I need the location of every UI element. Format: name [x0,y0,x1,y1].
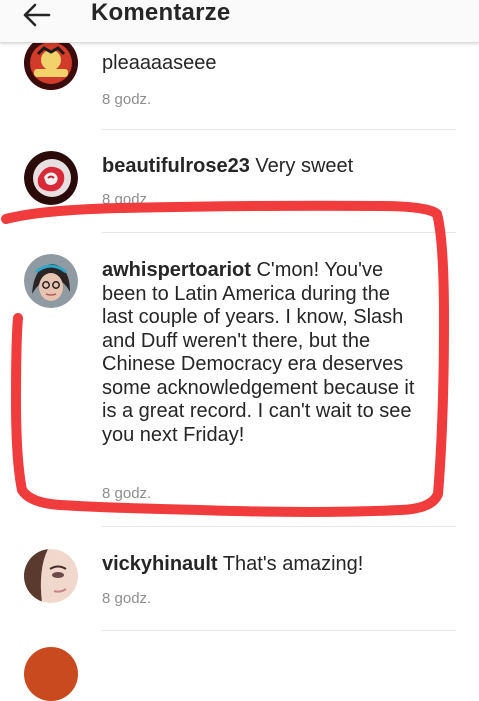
divider [102,232,456,233]
comment-text: beautifulrose23 Very sweet [102,155,422,179]
comment-time: 8 godz. [102,485,152,502]
face-avatar-icon [24,549,78,603]
comment-message: C'mon! You've been to Latin America duri… [102,259,415,446]
avatar[interactable] [24,254,78,308]
top-bar: Komentarze [0,0,479,43]
comments-list: pleaaaaseee 8 godz. beautifulrose23 Very… [0,0,479,701]
page-title: Komentarze [91,0,231,26]
badge-avatar-icon [24,36,78,90]
comment-message: Very sweet [255,155,354,177]
rose-avatar-icon [24,151,78,205]
divider [102,129,456,130]
comment-username[interactable]: beautifulrose23 [102,155,250,177]
comment-text: pleaaaaseee [102,52,422,76]
comment-time: 8 godz. [102,590,152,607]
avatar[interactable] [24,36,78,90]
avatar[interactable] [24,549,78,603]
comment-username[interactable]: vickyhinault [102,553,218,575]
comment-message: pleaaaaseee [102,52,217,74]
divider [102,526,456,527]
comment-text: vickyhinault That's amazing! [102,553,422,577]
comment-time: 8 godz. [102,191,152,208]
comment-text: awhispertoariot C'mon! You've been to La… [102,259,420,447]
avatar[interactable] [24,647,78,701]
girl-avatar-icon [24,254,78,308]
comment-time: 8 godz. [102,91,152,108]
comment-username[interactable]: awhispertoariot [102,259,251,281]
comment-message: That's amazing! [222,553,364,575]
avatar[interactable] [24,151,78,205]
arrow-left-icon [23,3,51,27]
divider [102,630,456,631]
back-button[interactable] [18,0,54,30]
